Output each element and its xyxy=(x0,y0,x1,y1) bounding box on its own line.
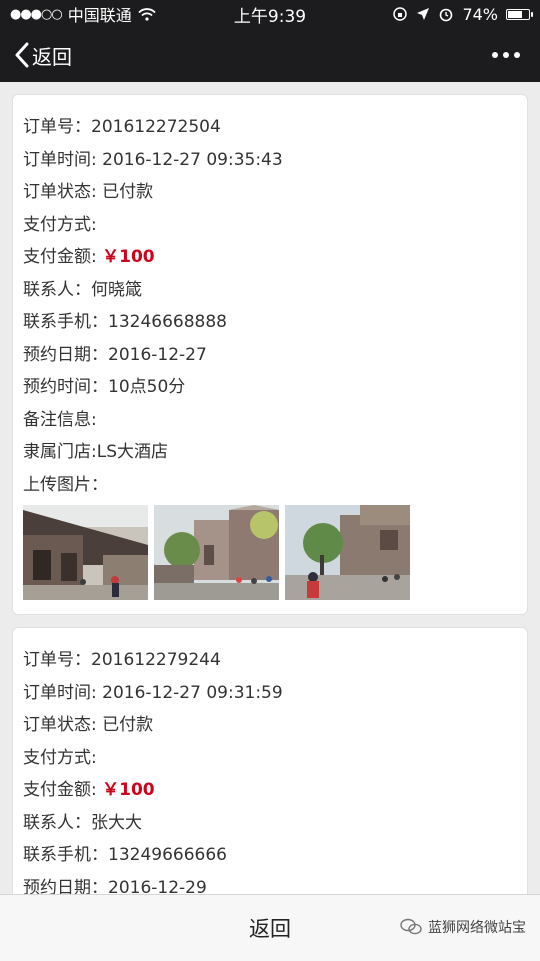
order-number-row: 订单号：201612279244 xyxy=(23,650,221,670)
carrier-label: 中国联通 xyxy=(67,6,132,25)
order-number-row: 订单号：201612272504 xyxy=(23,117,221,137)
status-right: 74% xyxy=(330,4,533,24)
status-left: ●●●○○ 中国联通 xyxy=(10,2,210,26)
more-options-button[interactable] xyxy=(486,46,526,64)
more-dots-icon xyxy=(492,52,498,58)
payment-method-row: 支付方式: xyxy=(23,214,97,235)
bottom-bar: 返回 蓝狮网络微站宝 xyxy=(0,894,540,961)
order-time-row: 订单时间: 2016-12-27 09:35:43 xyxy=(23,149,283,170)
watermark-text: 蓝狮网络微站宝 xyxy=(428,920,526,936)
order-time-row: 订单时间: 2016-12-27 09:31:59 xyxy=(23,682,283,703)
appointment-date-row: 预约日期：2016-12-29 xyxy=(23,877,207,895)
battery-fill xyxy=(508,10,523,18)
back-label: 返回 xyxy=(32,44,72,69)
payment-amount-row: 支付金额: ￥100 xyxy=(23,780,155,800)
battery-percent: 74% xyxy=(462,4,498,24)
contact-name-row: 联系人：张大大 xyxy=(23,812,142,833)
uploaded-image-thumbnail[interactable] xyxy=(154,505,279,600)
more-dots-icon xyxy=(503,52,509,58)
order-status-row: 订单状态: 已付款 xyxy=(23,715,154,735)
watermark: 蓝狮网络微站宝 xyxy=(400,917,526,937)
alarm-icon xyxy=(440,8,453,22)
order-card: 订单号：201612279244 订单时间: 2016-12-27 09:31:… xyxy=(12,627,528,894)
uploaded-images xyxy=(23,505,517,600)
uploaded-images-row: 上传图片： xyxy=(23,474,108,495)
payment-amount: ￥100 xyxy=(102,780,155,800)
store-row: 隶属门店:LS大酒店 xyxy=(23,442,168,462)
contact-phone-row: 联系手机：13246668888 xyxy=(23,312,227,332)
order-status-row: 订单状态: 已付款 xyxy=(23,182,154,202)
order-list[interactable]: 订单号：201612272504 订单时间: 2016-12-27 09:35:… xyxy=(0,82,540,894)
location-arrow-icon xyxy=(417,8,430,20)
bottom-back-button[interactable]: 返回 xyxy=(249,913,291,943)
appointment-time-row: 预约时间：10点50分 xyxy=(23,377,186,397)
nav-bar: 返回 xyxy=(0,28,540,82)
status-time: 上午9:39 xyxy=(233,6,307,27)
signal-dots-icon: ●●●○○ xyxy=(10,6,63,22)
appointment-date-row: 预约日期：2016-12-27 xyxy=(23,344,207,365)
wechat-logo-icon xyxy=(400,918,422,935)
wifi-icon xyxy=(138,7,156,21)
orientation-lock-icon xyxy=(393,7,408,21)
payment-amount-row: 支付金额: ￥100 xyxy=(23,247,155,267)
back-button[interactable]: 返回 xyxy=(14,41,72,70)
contact-phone-row: 联系手机：13249666666 xyxy=(23,845,227,865)
uploaded-image-thumbnail[interactable] xyxy=(285,505,410,600)
payment-amount: ￥100 xyxy=(102,247,155,267)
uploaded-image-thumbnail[interactable] xyxy=(23,505,148,600)
remarks-row: 备注信息: xyxy=(23,409,97,430)
contact-name-row: 联系人：何晓箴 xyxy=(23,279,142,300)
battery-icon xyxy=(506,8,533,20)
status-bar: ●●●○○ 中国联通 上午9:39 74% xyxy=(0,0,540,28)
chevron-left-icon xyxy=(15,42,29,68)
payment-method-row: 支付方式: xyxy=(23,747,97,768)
order-card: 订单号：201612272504 订单时间: 2016-12-27 09:35:… xyxy=(12,94,528,615)
more-dots-icon xyxy=(514,52,520,58)
